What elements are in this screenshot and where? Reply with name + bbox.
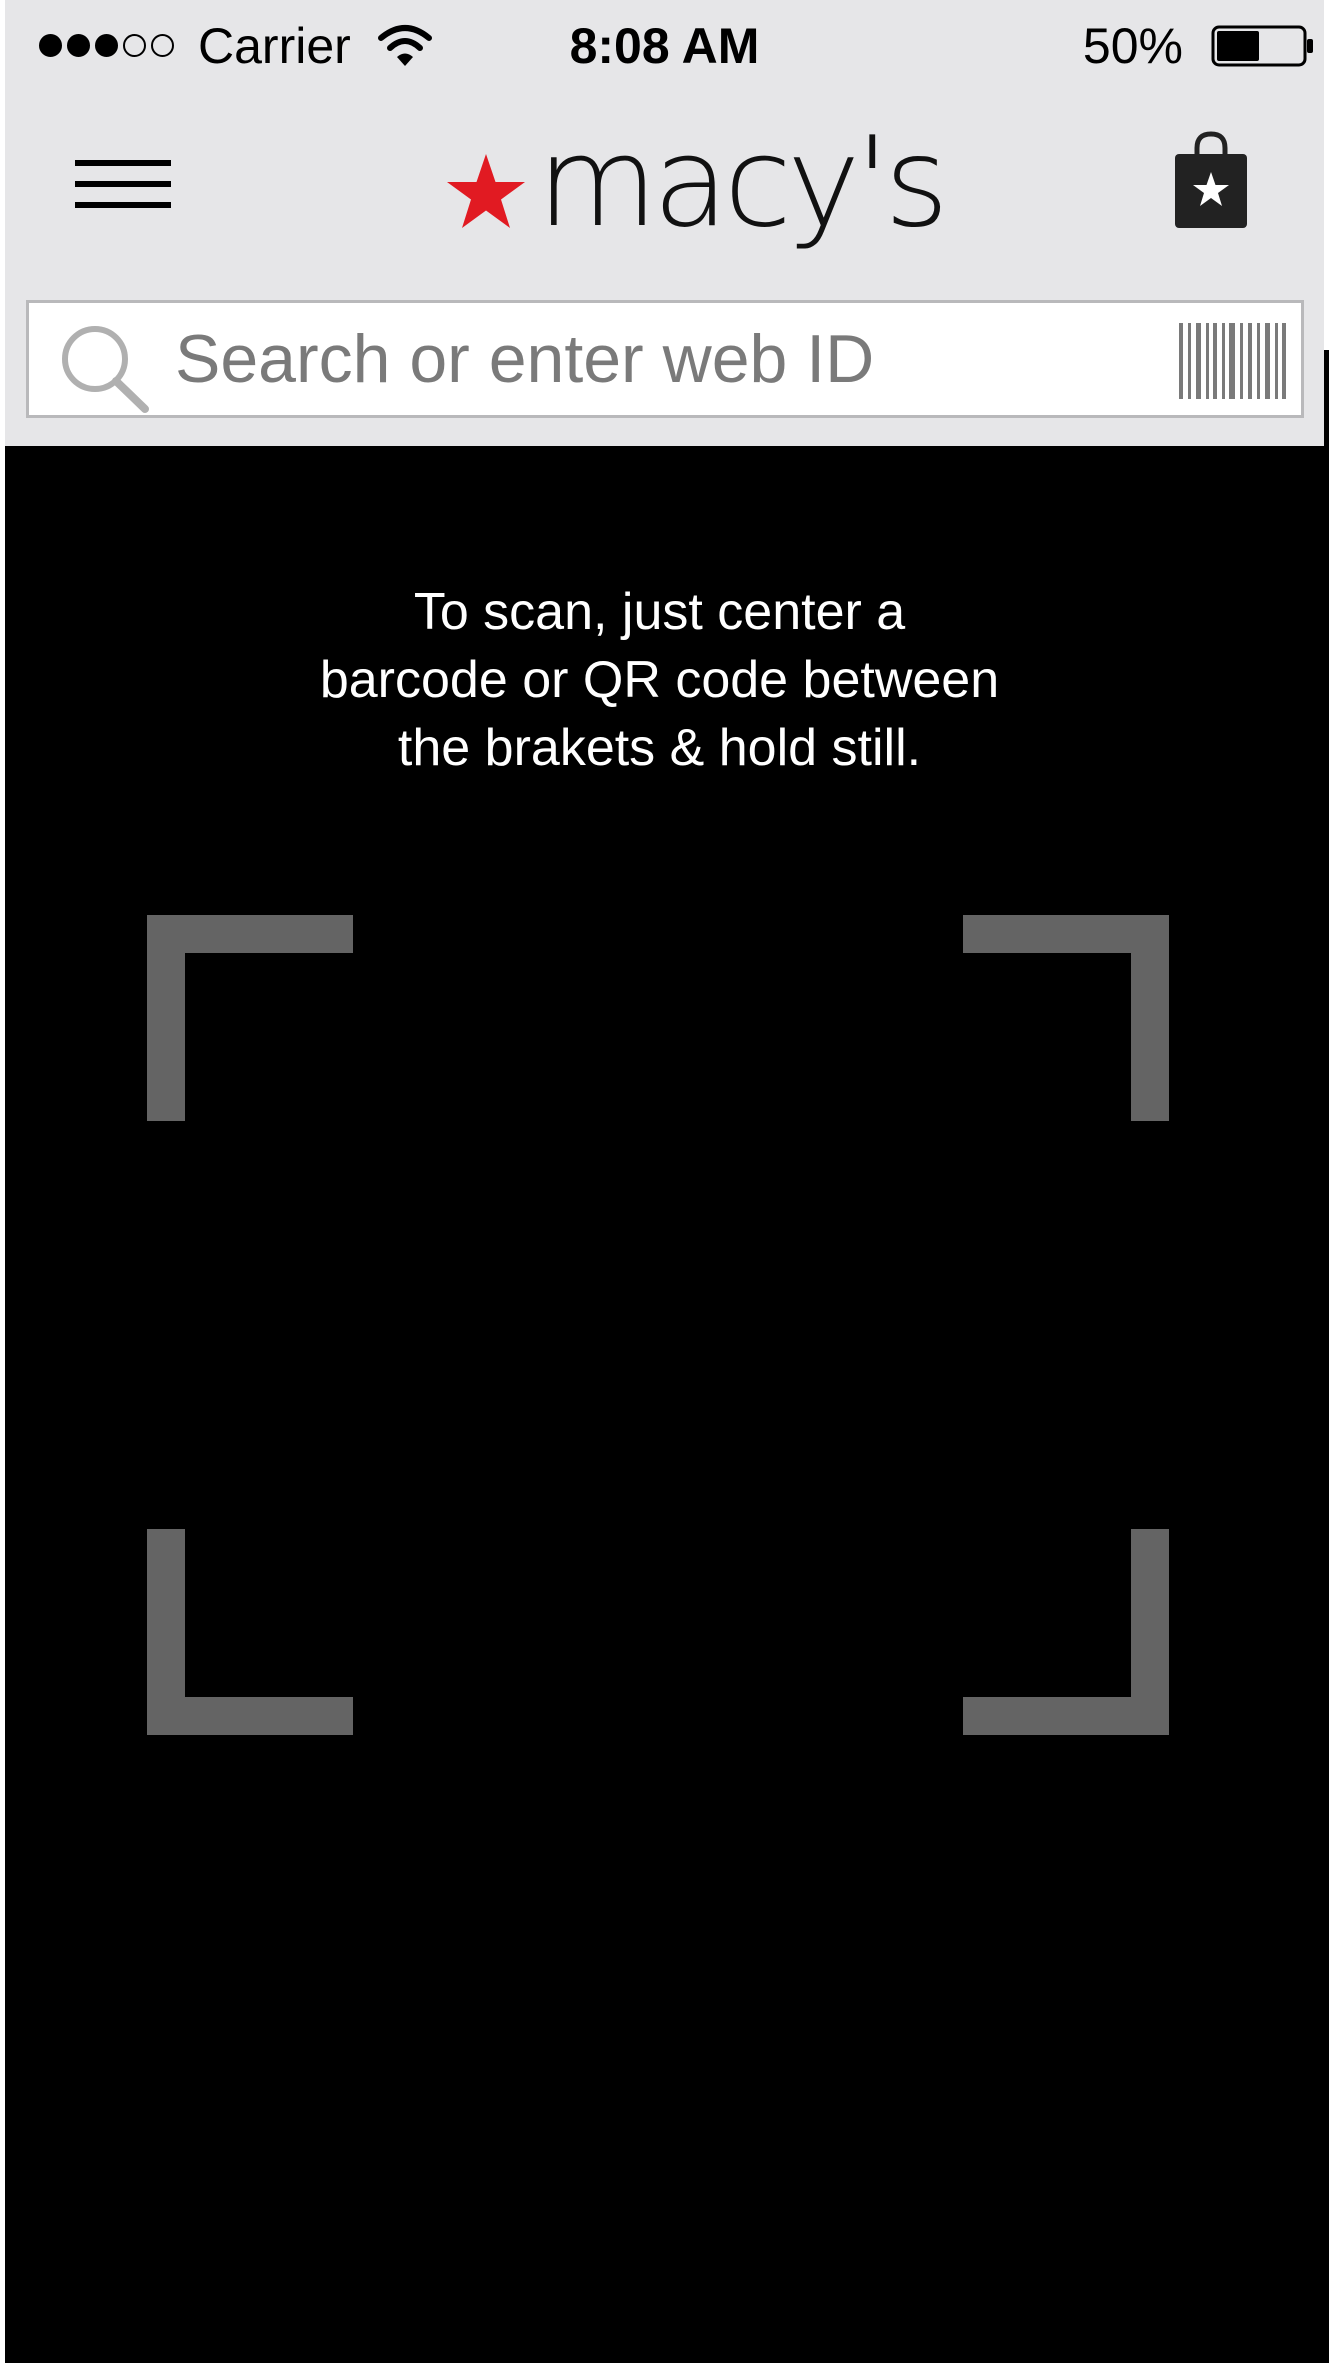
instruction-line: To scan, just center a [413, 583, 906, 641]
macys-logo[interactable]: macy's [445, 118, 949, 256]
star-logo-icon [447, 154, 525, 228]
search-icon[interactable] [59, 323, 151, 413]
shopping-bag-button[interactable] [1173, 130, 1249, 230]
menu-button[interactable] [75, 152, 171, 216]
barcode-icon[interactable] [1177, 321, 1287, 401]
search-bar [26, 300, 1304, 418]
scan-instructions: To scan, just center a barcode or QR cod… [5, 578, 1314, 782]
scan-bracket-bottom-right [963, 1529, 1169, 1735]
instruction-line: the brakets & hold still. [397, 719, 922, 777]
scan-bracket-bottom-left [147, 1529, 353, 1735]
hamburger-menu-icon [75, 202, 171, 208]
logo-wordmark: macy's [537, 111, 949, 255]
scan-bracket-top-right [963, 915, 1169, 1121]
scan-bracket-top-left [147, 915, 353, 1121]
search-input[interactable] [175, 317, 1155, 401]
instruction-line: barcode or QR code between [319, 651, 1000, 709]
app-header: Carrier 8:08 AM 50% macy's [5, 0, 1324, 446]
battery-icon [1211, 25, 1313, 67]
screen-edge [1324, 350, 1329, 2363]
battery-percentage: 50% [1082, 18, 1183, 74]
hamburger-menu-icon [75, 181, 171, 187]
app-screen: Carrier 8:08 AM 50% macy's Search or ent… [5, 0, 1324, 2363]
status-bar: Carrier 8:08 AM 50% [5, 0, 1324, 90]
hamburger-menu-icon [75, 160, 171, 166]
